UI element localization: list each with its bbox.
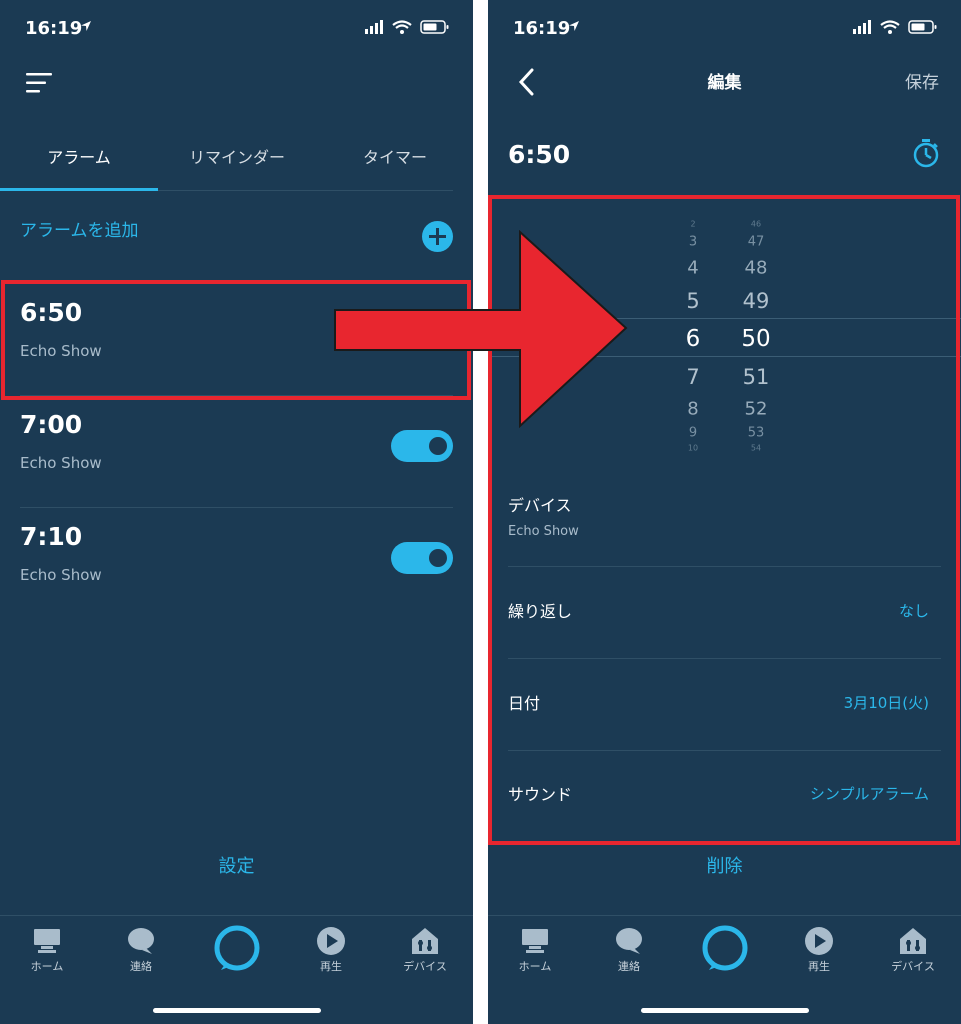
- chat-bubble-icon: [128, 928, 154, 954]
- alexa-ring-icon[interactable]: [213, 924, 261, 972]
- tab-alarm[interactable]: アラーム: [4, 144, 154, 168]
- tab-timer[interactable]: タイマー: [320, 144, 470, 168]
- alarm-time: 7:10: [20, 522, 83, 551]
- alexa-ring-icon[interactable]: [701, 924, 749, 972]
- home-indicator: [153, 1008, 321, 1013]
- nav-label: デバイス: [403, 960, 447, 973]
- status-indicators-icon: [853, 20, 937, 34]
- status-indicators-icon: [365, 20, 449, 34]
- page-title: 編集: [707, 73, 742, 93]
- home-icon: [34, 929, 60, 953]
- alarm-toggle-700[interactable]: [391, 430, 453, 462]
- chat-bubble-icon: [616, 928, 642, 954]
- devices-house-icon: [900, 928, 926, 954]
- active-tab-indicator: [0, 188, 158, 191]
- nav-label: 連絡: [618, 960, 640, 973]
- alarm-toggle-710[interactable]: [391, 542, 453, 574]
- bottom-nav: ホーム 連絡 再生 デバイス: [0, 915, 473, 1024]
- status-time: 16:19: [25, 18, 83, 39]
- nav-devices[interactable]: デバイス: [878, 926, 948, 974]
- save-button[interactable]: 保存: [905, 68, 939, 93]
- settings-link[interactable]: 設定: [0, 852, 473, 878]
- tab-reminder[interactable]: リマインダー: [162, 144, 312, 168]
- red-arrow-icon: [334, 230, 628, 429]
- nav-label: 再生: [808, 960, 830, 973]
- location-arrow-icon: [81, 21, 91, 31]
- nav-home[interactable]: ホーム: [500, 926, 570, 974]
- nav-communicate[interactable]: 連絡: [106, 926, 176, 974]
- home-indicator: [641, 1008, 809, 1013]
- devices-house-icon: [412, 928, 438, 954]
- alarm-device: Echo Show: [20, 454, 102, 472]
- bottom-nav: ホーム 連絡 再生 デバイス: [488, 915, 961, 1024]
- status-time: 16:19: [513, 18, 571, 39]
- alarm-device: Echo Show: [20, 566, 102, 584]
- add-alarm-link[interactable]: アラームを追加: [20, 216, 139, 241]
- delete-button[interactable]: 削除: [488, 852, 961, 878]
- nav-label: ホーム: [30, 960, 64, 973]
- nav-play[interactable]: 再生: [296, 926, 366, 974]
- toggle-knob: [429, 437, 447, 455]
- alarm-time: 7:00: [20, 410, 83, 439]
- nav-play[interactable]: 再生: [784, 926, 854, 974]
- nav-label: 連絡: [130, 960, 152, 973]
- edit-time-display: 6:50: [508, 140, 571, 169]
- location-arrow-icon: [569, 21, 579, 31]
- nav-label: 再生: [320, 960, 342, 973]
- nav-devices[interactable]: デバイス: [390, 926, 460, 974]
- nav-label: ホーム: [518, 960, 552, 973]
- nav-label: デバイス: [891, 960, 935, 973]
- hamburger-menu-icon[interactable]: [26, 72, 52, 94]
- alarm-item-710[interactable]: 7:10 Echo Show: [20, 508, 453, 620]
- play-circle-icon: [805, 927, 833, 955]
- play-circle-icon: [317, 927, 345, 955]
- alarm-list-screen: 16:19 アラーム リマインダー タイマー アラームを追加 6:50 Echo…: [0, 0, 473, 1024]
- nav-home[interactable]: ホーム: [12, 926, 82, 974]
- stopwatch-icon[interactable]: [913, 138, 939, 168]
- home-icon: [522, 929, 548, 953]
- toggle-knob: [429, 549, 447, 567]
- nav-communicate[interactable]: 連絡: [594, 926, 664, 974]
